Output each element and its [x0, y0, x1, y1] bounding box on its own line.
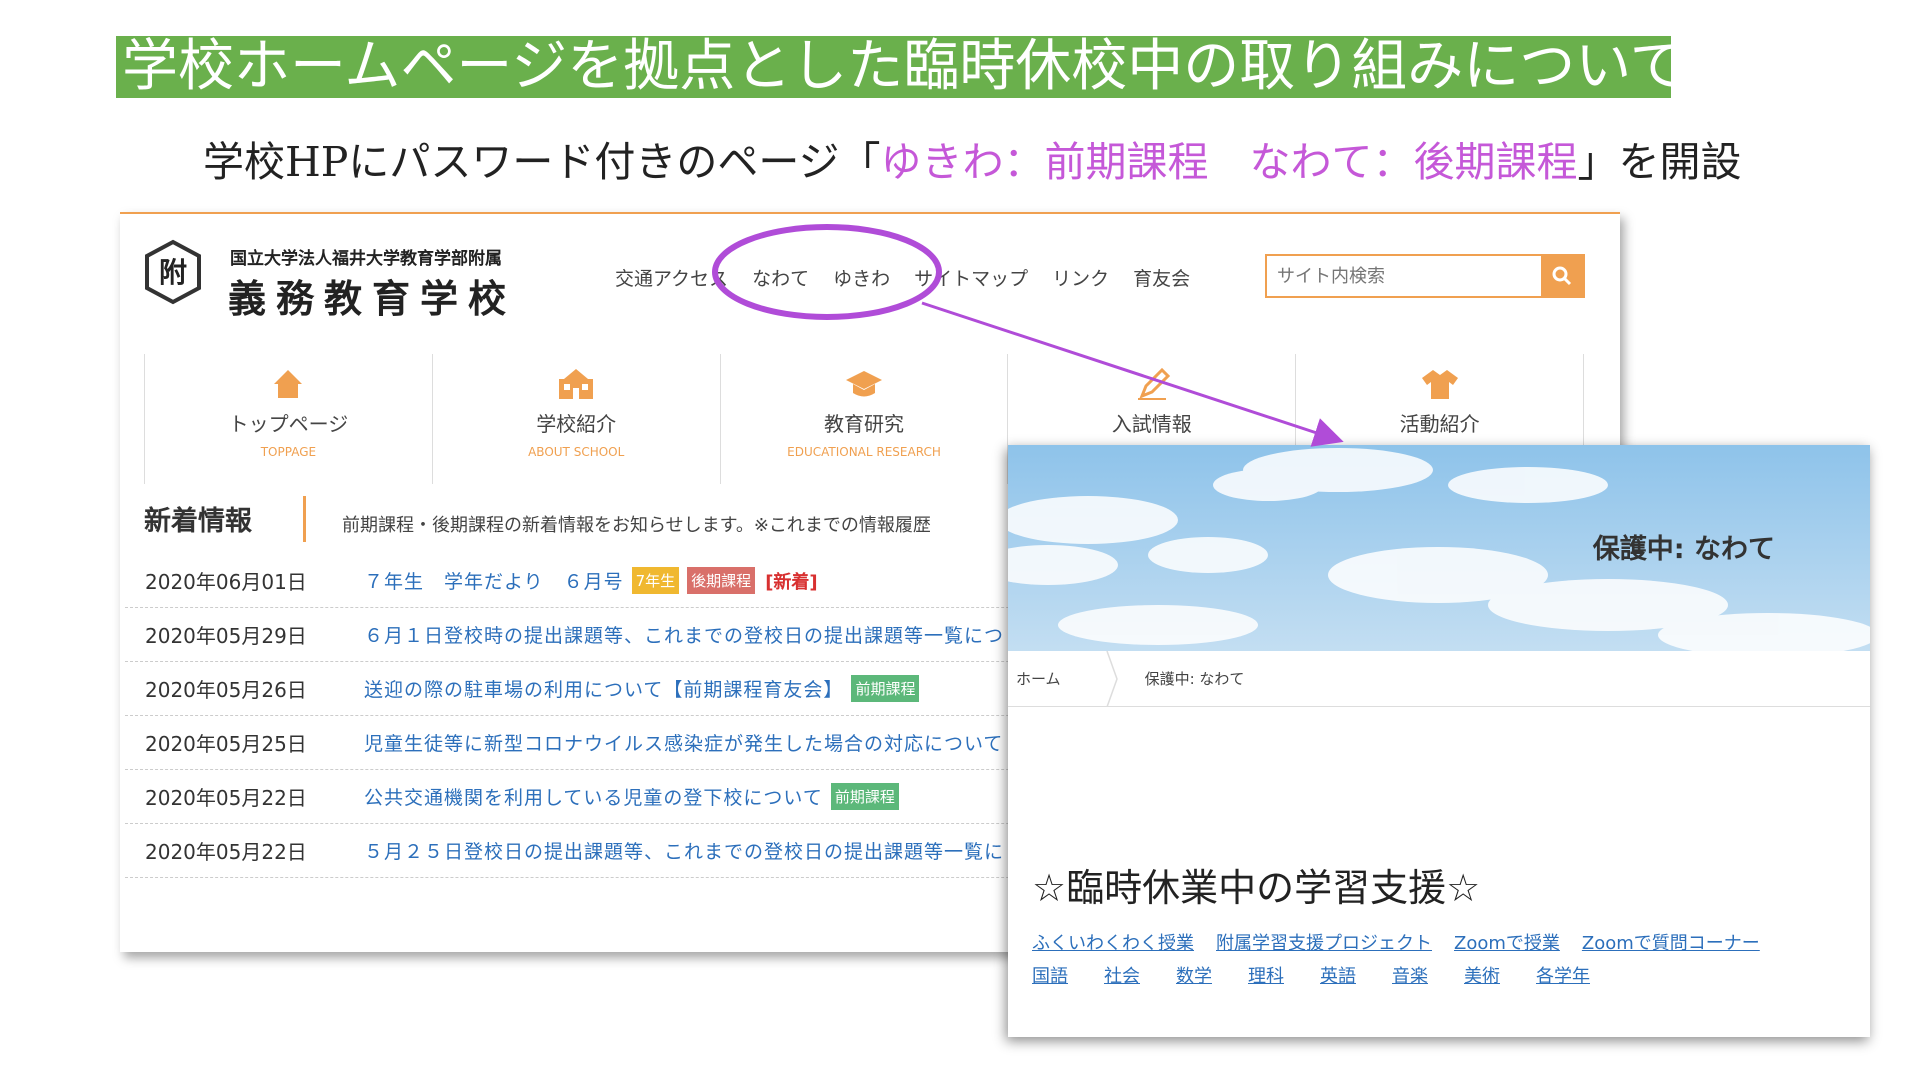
shirt-icon — [1421, 370, 1458, 399]
breadcrumb-home[interactable]: ホーム — [1008, 668, 1061, 689]
link-support-project[interactable]: 附属学習支援プロジェクト — [1216, 929, 1432, 955]
link-science[interactable]: 理科 — [1248, 962, 1284, 988]
link-zoom-class[interactable]: Zoomで授業 — [1454, 929, 1560, 955]
link-fukui-wakuwaku[interactable]: ふくいわくわく授業 — [1032, 929, 1194, 955]
menu-label-about: 学校紹介 — [536, 412, 617, 436]
graduation-cap-icon — [845, 371, 882, 397]
menu-research[interactable]: 教育研究 EDUCATIONAL RESEARCH — [719, 354, 1008, 484]
news-link[interactable]: ６月１日登校時の提出課題等、これまでの登校日の提出課題等一覧につ — [364, 621, 1004, 648]
news-date: 2020年05月26日 — [145, 678, 307, 702]
link-each-grade[interactable]: 各学年 — [1536, 962, 1590, 988]
menu-top[interactable]: トップページ TOPPAGE — [144, 354, 432, 484]
link-art[interactable]: 美術 — [1464, 962, 1500, 988]
link-zoom-questions[interactable]: Zoomで質問コーナー — [1582, 929, 1760, 955]
search-icon — [1552, 266, 1572, 286]
logo-org-name: 国立大学法人福井大学教育学部附属 — [230, 249, 502, 269]
late-course-badge[interactable]: 後期課程 — [687, 567, 756, 594]
protected-page-title: 保護中: なわて — [1592, 534, 1775, 565]
nav-sitemap[interactable]: サイトマップ — [914, 264, 1028, 291]
news-link[interactable]: 公共交通機関を利用している児童の登下校について — [364, 783, 823, 810]
slide-title: 学校ホームページを拠点とした臨時休校中の取り組みについて — [116, 36, 1671, 98]
school-logo-icon[interactable]: 附 — [144, 239, 202, 305]
new-badge: [新着] — [765, 571, 818, 593]
menu-label-activities: 活動紹介 — [1399, 412, 1480, 436]
logo-school-name[interactable]: 義務教育学校 — [228, 268, 516, 323]
nav-links[interactable]: リンク — [1052, 264, 1109, 291]
slide-subtitle: 学校HPにパスワード付きのページ「ゆきわ：前期課程 なわて：後期課程」を開設 — [203, 128, 1742, 188]
menu-sub-about: ABOUT SCHOOL — [528, 445, 625, 459]
search-input[interactable] — [1267, 256, 1541, 296]
menu-about[interactable]: 学校紹介 ABOUT SCHOOL — [431, 354, 720, 484]
chevron-right-icon — [1105, 650, 1118, 707]
nav-pta[interactable]: 育友会 — [1133, 264, 1190, 291]
subtitle-post: 」を開設 — [1577, 138, 1742, 186]
news-link[interactable]: 送迎の際の駐車場の利用について【前期課程育友会】 — [364, 675, 843, 702]
learning-support-heading: ☆臨時休業中の学習支援☆ — [1032, 866, 1481, 910]
top-nav: 交通アクセス なわて ゆきわ サイトマップ リンク 育友会 — [615, 264, 1190, 291]
news-date: 2020年05月25日 — [145, 732, 307, 756]
breadcrumb-current: 保護中: なわて — [1144, 670, 1245, 688]
link-english[interactable]: 英語 — [1320, 962, 1356, 988]
pencil-icon — [1137, 367, 1170, 400]
grade-badge[interactable]: 7年生 — [631, 567, 680, 594]
early-course-badge[interactable]: 前期課程 — [830, 783, 899, 810]
nav-yukiwa[interactable]: ゆきわ — [833, 264, 890, 291]
menu-sub-top: TOPPAGE — [260, 445, 317, 459]
news-date: 2020年05月22日 — [145, 840, 307, 864]
link-social[interactable]: 社会 — [1104, 962, 1140, 988]
subject-links-row: 国語 社会 数学 理科 英語 音楽 美術 各学年 — [1032, 962, 1590, 988]
news-date: 2020年05月29日 — [145, 624, 307, 648]
link-music[interactable]: 音楽 — [1392, 962, 1428, 988]
link-japanese[interactable]: 国語 — [1032, 962, 1068, 988]
subtitle-pre: 学校HPにパスワード付きのページ「 — [203, 138, 881, 186]
menu-sub-research: EDUCATIONAL RESEARCH — [787, 445, 941, 459]
news-link[interactable]: 児童生徒等に新型コロナウイルス感染症が発生した場合の対応について — [364, 729, 1003, 756]
link-math[interactable]: 数学 — [1176, 962, 1212, 988]
home-icon — [274, 370, 303, 398]
nav-access[interactable]: 交通アクセス — [615, 264, 728, 291]
search-button[interactable] — [1541, 256, 1583, 296]
menu-label-admission: 入試情報 — [1111, 412, 1192, 436]
subtitle-highlight: ゆきわ：前期課程 なわて：後期課程 — [880, 138, 1578, 186]
menu-label-research: 教育研究 — [823, 412, 904, 436]
news-date: 2020年05月22日 — [145, 786, 307, 810]
news-link[interactable]: ７年生 学年だより ６月号 — [364, 567, 624, 594]
search-box — [1265, 254, 1585, 298]
logo-mark-text: 附 — [159, 256, 187, 289]
school-icon — [559, 369, 594, 399]
nav-nawate[interactable]: なわて — [752, 264, 809, 291]
early-course-badge[interactable]: 前期課程 — [851, 675, 920, 702]
protected-page-screenshot: 保護中: なわて ホーム 保護中: なわて ☆臨時休業中の学習支援☆ ふくいわく… — [1008, 445, 1870, 1037]
menu-label-top: トップページ — [228, 412, 349, 436]
news-heading: 新着情報 — [144, 506, 252, 537]
support-links-row: ふくいわくわく授業 附属学習支援プロジェクト Zoomで授業 Zoomで質問コー… — [1032, 929, 1760, 955]
news-date: 2020年06月01日 — [145, 570, 307, 594]
news-divider — [303, 496, 306, 542]
breadcrumb: ホーム 保護中: なわて — [1008, 650, 1870, 707]
news-link[interactable]: ５月２５日登校日の提出課題等、これまでの登校日の提出課題等一覧に — [364, 837, 1004, 864]
news-description: 前期課程・後期課程の新着情報をお知らせします。※これまでの情報履歴 — [342, 515, 931, 536]
